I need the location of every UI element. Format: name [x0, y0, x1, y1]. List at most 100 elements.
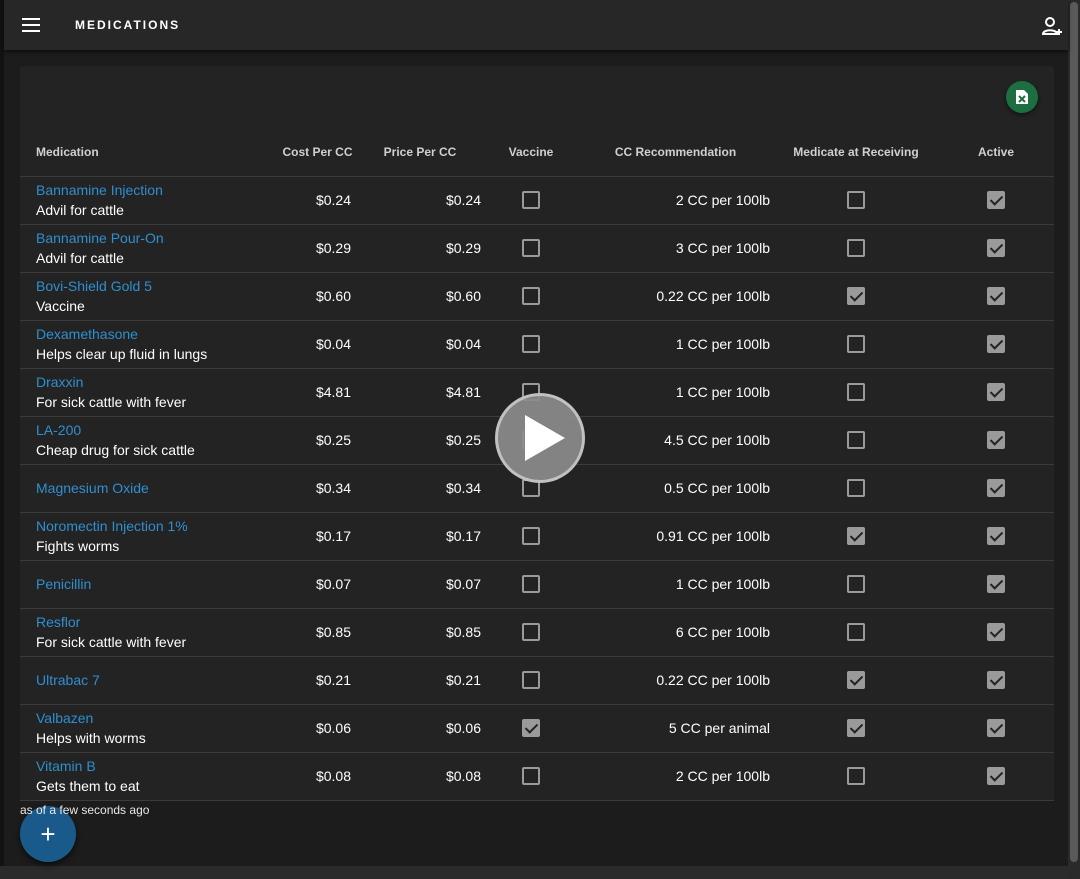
- medication-name-link[interactable]: Ultrabac 7: [36, 670, 250, 690]
- medicate-at-receiving-checkbox[interactable]: [847, 623, 865, 642]
- active-checkbox[interactable]: [987, 527, 1005, 546]
- medicate-at-receiving-checkbox[interactable]: [847, 719, 865, 738]
- active-checkbox[interactable]: [987, 239, 1005, 258]
- medicate-at-receiving-checkbox[interactable]: [847, 767, 865, 786]
- header-active[interactable]: Active: [938, 128, 1054, 177]
- medicate-at-receiving-checkbox[interactable]: [847, 431, 865, 450]
- cell-price: $0.24: [355, 176, 485, 225]
- vaccine-checkbox[interactable]: [522, 287, 540, 306]
- scrollbar-thumb[interactable]: [1070, 2, 1078, 862]
- vaccine-checkbox[interactable]: [522, 575, 540, 594]
- vaccine-checkbox[interactable]: [522, 335, 540, 354]
- medication-name-link[interactable]: Resflor: [36, 612, 250, 632]
- active-checkbox[interactable]: [987, 719, 1005, 738]
- active-checkbox[interactable]: [987, 383, 1005, 402]
- cell-medicate-at-receiving: [774, 608, 938, 657]
- vaccine-checkbox[interactable]: [522, 191, 540, 210]
- cell-medicate-at-receiving: [774, 176, 938, 225]
- medication-name-link[interactable]: LA-200: [36, 420, 250, 440]
- active-checkbox[interactable]: [987, 479, 1005, 498]
- medicate-at-receiving-checkbox[interactable]: [847, 239, 865, 258]
- medicate-at-receiving-checkbox[interactable]: [847, 287, 865, 306]
- medicate-at-receiving-checkbox[interactable]: [847, 191, 865, 210]
- medication-name-link[interactable]: Valbazen: [36, 708, 250, 728]
- medication-name-link[interactable]: Dexamethasone: [36, 324, 250, 344]
- table-row[interactable]: Penicillin $0.07 $0.07 1 CC per 100lb: [20, 560, 1054, 609]
- table-header-row: Medication Cost Per CC Price Per CC Vacc…: [20, 128, 1054, 177]
- cell-medicate-at-receiving: [774, 368, 938, 417]
- medicate-at-receiving-checkbox[interactable]: [847, 383, 865, 402]
- medication-name-link[interactable]: Draxxin: [36, 372, 250, 392]
- active-checkbox[interactable]: [987, 575, 1005, 594]
- medication-name-link[interactable]: Penicillin: [36, 574, 250, 594]
- medication-name-link[interactable]: Bovi-Shield Gold 5: [36, 276, 250, 296]
- table-row[interactable]: Ultrabac 7 $0.21 $0.21 0.22 CC per 100lb: [20, 656, 1054, 705]
- vaccine-checkbox[interactable]: [522, 239, 540, 258]
- vaccine-checkbox[interactable]: [522, 527, 540, 546]
- cell-medication: Bannamine Injection Advil for cattle: [20, 176, 250, 225]
- cell-vaccine: [485, 176, 577, 225]
- medicate-at-receiving-checkbox[interactable]: [847, 671, 865, 690]
- vaccine-checkbox[interactable]: [522, 719, 540, 738]
- medication-name-link[interactable]: Bannamine Injection: [36, 180, 250, 200]
- medication-name-link[interactable]: Vitamin B: [36, 756, 250, 776]
- active-checkbox[interactable]: [987, 191, 1005, 210]
- cell-vaccine: [485, 512, 577, 561]
- medicate-at-receiving-checkbox[interactable]: [847, 575, 865, 594]
- menu-button[interactable]: [4, 0, 58, 50]
- cell-active: [938, 416, 1054, 465]
- table-row[interactable]: Vitamin B Gets them to eat $0.08 $0.08 2 CC …: [20, 752, 1054, 801]
- cell-cost: $0.29: [250, 224, 355, 273]
- cell-cc-recommendation: 5 CC per animal: [577, 704, 774, 753]
- cell-active: [938, 464, 1054, 513]
- medicate-at-receiving-checkbox[interactable]: [847, 527, 865, 546]
- play-button[interactable]: [495, 393, 585, 483]
- page-scrollbar[interactable]: [1068, 0, 1080, 879]
- table-row[interactable]: Bannamine Injection Advil for cattle $0.24…: [20, 176, 1054, 225]
- account-plus-icon: [1041, 17, 1062, 35]
- cell-cc-recommendation: 1 CC per 100lb: [577, 320, 774, 369]
- medication-name-link[interactable]: Noromectin Injection 1%: [36, 516, 250, 536]
- cell-medication: Draxxin For sick cattle with fever: [20, 368, 250, 417]
- vaccine-checkbox[interactable]: [522, 671, 540, 690]
- cell-medicate-at-receiving: [774, 416, 938, 465]
- cell-cost: $0.17: [250, 512, 355, 561]
- header-medication[interactable]: Medication: [20, 128, 250, 177]
- cell-cc-recommendation: 0.22 CC per 100lb: [577, 272, 774, 321]
- vaccine-checkbox[interactable]: [522, 767, 540, 786]
- medicate-at-receiving-checkbox[interactable]: [847, 479, 865, 498]
- header-medicate-at-receiving[interactable]: Medicate at Receiving: [774, 128, 938, 177]
- active-checkbox[interactable]: [987, 767, 1005, 786]
- account-button[interactable]: [1038, 12, 1066, 40]
- export-excel-button[interactable]: [1006, 81, 1038, 113]
- play-icon: [524, 415, 565, 461]
- table-row[interactable]: Noromectin Injection 1% Fights worms $0.17…: [20, 512, 1054, 561]
- medication-name-link[interactable]: Bannamine Pour-On: [36, 228, 250, 248]
- page-title: MEDICATIONS: [75, 18, 181, 32]
- header-price[interactable]: Price Per CC: [355, 128, 485, 177]
- header-cost[interactable]: Cost Per CC: [250, 128, 355, 177]
- active-checkbox[interactable]: [987, 335, 1005, 354]
- table-row[interactable]: Valbazen Helps with worms $0.06 $0.06 5 CC p…: [20, 704, 1054, 753]
- table-row[interactable]: Resflor For sick cattle with fever $0.85 $0…: [20, 608, 1054, 657]
- cell-cost: $0.21: [250, 656, 355, 705]
- vaccine-checkbox[interactable]: [522, 623, 540, 642]
- medication-name-link[interactable]: Magnesium Oxide: [36, 478, 250, 498]
- cell-medication: Magnesium Oxide: [20, 464, 250, 513]
- cell-active: [938, 752, 1054, 801]
- table-row[interactable]: Bannamine Pour-On Advil for cattle $0.29 $0…: [20, 224, 1054, 273]
- plus-icon: +: [40, 819, 56, 849]
- table-row[interactable]: Bovi-Shield Gold 5 Vaccine $0.60 $0.60 0.22 …: [20, 272, 1054, 321]
- active-checkbox[interactable]: [987, 671, 1005, 690]
- cell-cost: $0.04: [250, 320, 355, 369]
- active-checkbox[interactable]: [987, 623, 1005, 642]
- table-row[interactable]: Dexamethasone Helps clear up fluid in lun…: [20, 320, 1054, 369]
- cell-price: $0.34: [355, 464, 485, 513]
- active-checkbox[interactable]: [987, 431, 1005, 450]
- medication-description: Gets them to eat: [36, 777, 140, 794]
- active-checkbox[interactable]: [987, 287, 1005, 306]
- medicate-at-receiving-checkbox[interactable]: [847, 335, 865, 354]
- header-vaccine[interactable]: Vaccine: [485, 128, 577, 177]
- cell-active: [938, 608, 1054, 657]
- header-cc-recommendation[interactable]: CC Recommendation: [577, 128, 774, 177]
